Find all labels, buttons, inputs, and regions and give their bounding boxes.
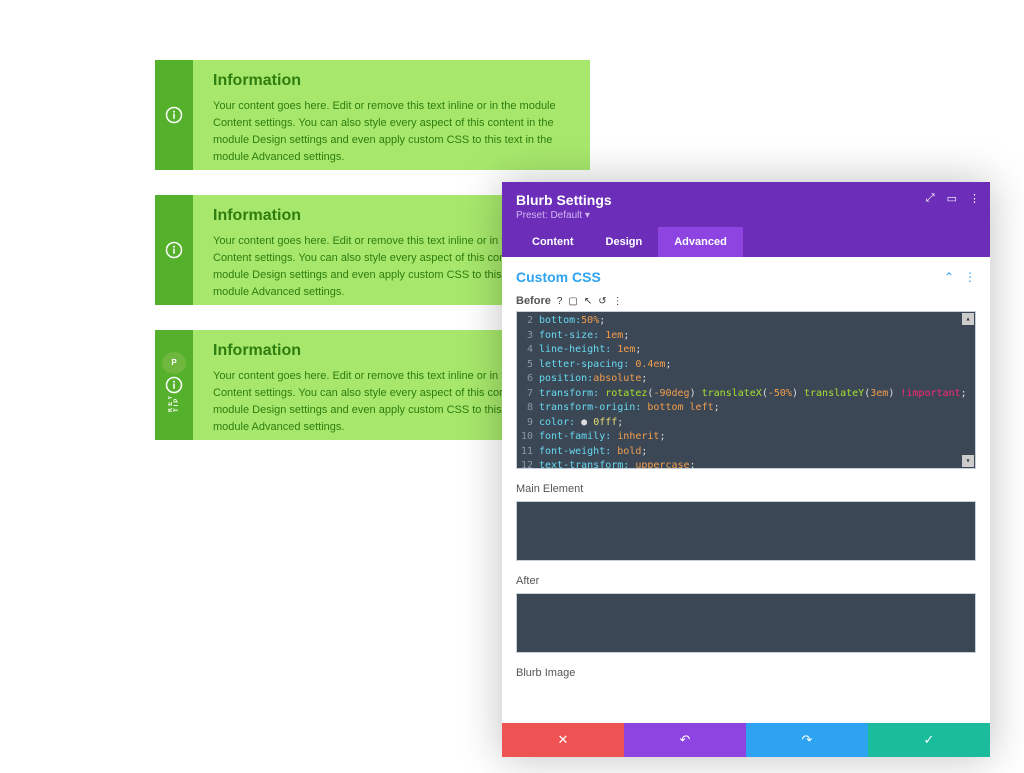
code-line[interactable]: 10font-family: inherit;	[517, 430, 975, 445]
code-line[interactable]: 11font-weight: bold;	[517, 445, 975, 460]
key-tip-badge: P KEY TIP	[160, 352, 188, 412]
code-line[interactable]: 7transform: rotatez(-90deg) translateX(-…	[517, 387, 975, 402]
card-stripe	[155, 60, 193, 170]
code-line[interactable]: 9color: ● 0fff;	[517, 416, 975, 431]
blurb-image-label: Blurb Image	[516, 667, 976, 679]
info-card: Information Your content goes here. Edit…	[155, 60, 590, 170]
scroll-up-icon[interactable]: ▴	[962, 313, 974, 325]
card-stripe	[155, 195, 193, 305]
code-line[interactable]: 3font-size: 1em;	[517, 329, 975, 344]
undo-button[interactable]: ↶	[624, 723, 746, 757]
panel-footer: ✕ ↶ ↷ ✓	[502, 723, 990, 757]
blurb-settings-panel: Blurb Settings Preset: Default ▾ ⤢ ▭ ⋮ C…	[502, 182, 990, 757]
badge-circle: P	[162, 352, 186, 374]
tab-content[interactable]: Content	[516, 227, 590, 257]
hover-icon[interactable]: ↖	[584, 296, 592, 307]
preset-dropdown[interactable]: Preset: Default ▾	[516, 210, 976, 221]
section-menu-icon[interactable]: ⋮	[964, 270, 976, 284]
code-line[interactable]: 12text-transform: uppercase;	[517, 459, 975, 469]
css-before-editor[interactable]: ▴ ▾ 2bottom:50%;3font-size: 1em;4line-he…	[516, 311, 976, 469]
main-element-label: Main Element	[516, 483, 976, 495]
field-menu-icon[interactable]: ⋮	[613, 296, 623, 307]
menu-icon[interactable]: ⋮	[969, 192, 980, 205]
tab-design[interactable]: Design	[590, 227, 659, 257]
tab-advanced[interactable]: Advanced	[658, 227, 743, 257]
close-button[interactable]: ✕	[502, 723, 624, 757]
save-button[interactable]: ✓	[868, 723, 990, 757]
scroll-down-icon[interactable]: ▾	[962, 455, 974, 467]
code-line[interactable]: 6position:absolute;	[517, 372, 975, 387]
css-after-editor[interactable]	[516, 593, 976, 653]
card-title: Information	[213, 72, 570, 90]
panel-header: Blurb Settings Preset: Default ▾ ⤢ ▭ ⋮ C…	[502, 182, 990, 257]
panel-body[interactable]: Custom CSS ⌃ ⋮ Before ? ▢ ↖ ↺ ⋮ ▴ ▾ 2bot…	[502, 257, 990, 723]
responsive-icon[interactable]: ▢	[568, 296, 577, 307]
grid-icon[interactable]: ▭	[947, 192, 957, 205]
after-label: After	[516, 575, 976, 587]
badge-text: KEY TIP	[168, 378, 180, 412]
panel-tabs: Content Design Advanced	[516, 227, 976, 257]
redo-button[interactable]: ↷	[746, 723, 868, 757]
reset-icon[interactable]: ↺	[598, 296, 606, 307]
code-line[interactable]: 8transform-origin: bottom left;	[517, 401, 975, 416]
collapse-icon[interactable]: ⌃	[944, 270, 954, 284]
css-main-editor[interactable]	[516, 501, 976, 561]
info-icon	[165, 106, 183, 124]
code-line[interactable]: 5letter-spacing: 0.4em;	[517, 358, 975, 373]
panel-title: Blurb Settings	[516, 192, 976, 208]
info-icon	[165, 241, 183, 259]
expand-icon[interactable]: ⤢	[926, 192, 935, 205]
section-title: Custom CSS	[516, 269, 601, 285]
card-body: Your content goes here. Edit or remove t…	[213, 98, 570, 166]
before-label: Before	[516, 295, 551, 307]
code-line[interactable]: 4line-height: 1em;	[517, 343, 975, 358]
code-line[interactable]: 2bottom:50%;	[517, 314, 975, 329]
help-icon[interactable]: ?	[557, 296, 563, 307]
